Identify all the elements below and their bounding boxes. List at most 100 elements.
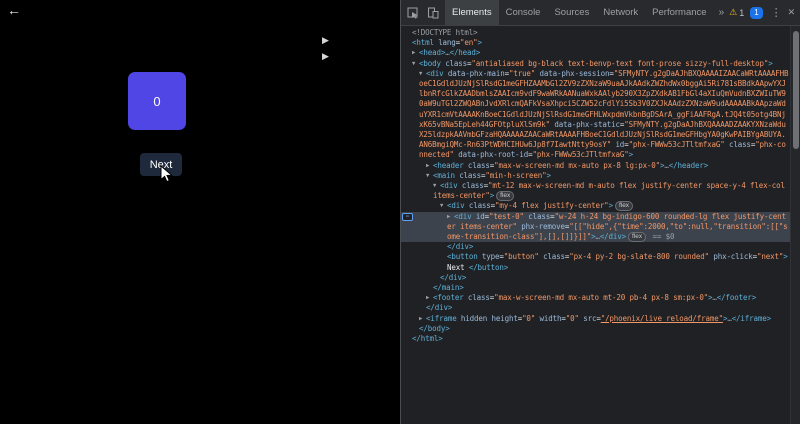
tree-node[interactable]: ▼ <div class="my-4 flex justify-center"> f… (401, 201, 790, 212)
tab-elements[interactable]: Elements (445, 0, 499, 25)
tree-node[interactable]: <button type="button" class="px-4 py-2 b… (401, 252, 790, 272)
screen: ← ▶ ▶ 0 Next Elements Console Sources Ne… (0, 0, 800, 424)
warning-triangle-icon: ⚠ (729, 7, 738, 17)
code-segment: </footer> (716, 293, 757, 303)
tree-node[interactable]: ▶ <head>…</head> (401, 48, 790, 58)
tree-node[interactable]: <html lang="en"> (401, 38, 790, 48)
expand-arrow-icon[interactable]: ▼ (412, 59, 419, 69)
devtools-toolbar: Elements Console Sources Network Perform… (401, 0, 800, 26)
code-segment: "en" (460, 38, 478, 48)
code-segment: > (768, 58, 773, 68)
mouse-cursor-icon (160, 165, 173, 183)
inspect-element-icon[interactable] (407, 7, 419, 19)
devtools-scrollbar[interactable] (790, 26, 800, 424)
code-segment: class (440, 58, 468, 68)
expand-arrow-icon[interactable]: ▶ (426, 161, 433, 171)
code-segment: phx-click (708, 252, 753, 262)
code-segment: class (463, 160, 490, 170)
more-options-icon[interactable]: ⋮ (771, 6, 782, 19)
code-segment: <head (419, 48, 441, 58)
expand-arrow-icon[interactable]: ▶ (412, 48, 419, 58)
code-segment: "phx-FWWw53cJTltmfxaG" (532, 150, 629, 160)
code-segment: > (546, 170, 552, 180)
triangle-marker-icon: ▶ (322, 51, 329, 61)
code-segment: </div> (426, 303, 453, 313)
tab-sources[interactable]: Sources (547, 0, 596, 25)
scrollbar-thumb[interactable] (793, 31, 799, 149)
expand-arrow-icon[interactable]: ▶ (426, 293, 433, 303)
code-segment: </iframe> (731, 313, 771, 323)
tree-node[interactable]: </div> (401, 303, 790, 313)
tree-node[interactable]: </main> (401, 283, 790, 293)
close-icon[interactable]: ✕ (788, 7, 796, 18)
code-segment: "min-h-screen" (485, 170, 547, 180)
code-segment: width (535, 313, 562, 323)
tree-node[interactable]: </html> (401, 334, 790, 344)
issues-badge[interactable]: 1 (750, 6, 763, 19)
code-segment: > (477, 38, 483, 48)
device-toolbar-icon[interactable] (427, 7, 439, 19)
tab-network[interactable]: Network (596, 0, 645, 25)
code-segment: > (608, 201, 614, 211)
expand-arrow-icon[interactable]: ▼ (426, 171, 433, 181)
tree-node[interactable]: ⋯ ▶ <div id="test-0" class="w-24 h-24 bg-i… (401, 211, 790, 243)
code-segment: id (611, 140, 625, 150)
dom-tree: <!DOCTYPE html> <html lang="en"> ▶ <head>…<… (401, 26, 790, 424)
tree-node[interactable]: ▼ <body class="antialiased bg-black text-… (401, 59, 790, 69)
code-segment: <div (426, 68, 444, 78)
code-segment: </div> (599, 232, 627, 242)
code-segment: height (487, 313, 518, 323)
code-segment: type (477, 252, 500, 262)
tree-node[interactable]: </div> (401, 242, 790, 252)
code-segment: phx-remove (516, 221, 565, 231)
flex-badge[interactable]: flex (614, 201, 634, 212)
code-segment: "0" (565, 313, 579, 323)
tree-node[interactable]: <!DOCTYPE html> (401, 28, 790, 38)
more-panels-icon[interactable]: » (714, 0, 730, 25)
tree-node[interactable]: ▼ <div data-phx-main="true" data-phx-sess… (401, 69, 790, 161)
code-segment: class (523, 211, 551, 221)
tree-node[interactable]: </body> (401, 324, 790, 334)
code-segment: </header> (668, 160, 709, 170)
tree-node[interactable]: ▶ <footer class="max-w-screen-md mx-auto … (401, 293, 790, 303)
code-segment: "/phoenix/live_reload/frame" (600, 313, 723, 323)
code-segment: </main> (433, 283, 464, 293)
back-arrow-icon[interactable]: ← (7, 2, 21, 18)
code-segment: class (457, 181, 484, 191)
tree-node[interactable]: ▶ <iframe hidden height="0" width="0" src… (401, 314, 790, 324)
expand-arrow-icon[interactable]: ▼ (419, 69, 426, 79)
expand-arrow-icon[interactable]: ▼ (433, 181, 440, 191)
code-segment: <div (454, 211, 472, 221)
code-segment: == $0 (648, 232, 675, 242)
code-segment: class (454, 170, 482, 180)
code-segment: > (628, 150, 634, 160)
tab-console[interactable]: Console (499, 0, 548, 25)
code-segment: "max-w-screen-md mx-auto px-8 lg:px-0" (494, 160, 661, 170)
code-segment: data-phx-root-id (453, 150, 529, 160)
tree-node[interactable]: </div> (401, 273, 790, 283)
code-segment: "true" (508, 68, 536, 78)
code-segment: </div> (447, 242, 474, 252)
tree-node[interactable]: ▶ <header class="max-w-screen-md mx-auto … (401, 161, 790, 171)
code-segment: lang (433, 38, 456, 48)
expand-arrow-icon[interactable]: ▶ (447, 212, 454, 222)
expand-arrow-icon[interactable]: ▼ (440, 201, 447, 211)
tree-node[interactable]: ▼ <div class="mt-12 max-w-screen-md m-aut… (401, 181, 790, 202)
expand-arrow-icon[interactable]: ▶ (419, 314, 426, 324)
warning-badge[interactable]: ⚠ 1 (729, 7, 744, 18)
tab-performance[interactable]: Performance (645, 0, 713, 25)
code-segment: "next" (757, 252, 784, 262)
code-segment: "button" (503, 252, 539, 262)
tree-node[interactable]: ▼ <main class="min-h-screen"> (401, 171, 790, 181)
code-segment: </html> (412, 334, 443, 344)
counter-value: 0 (153, 93, 161, 109)
devtools-tabs: Elements Console Sources Network Perform… (445, 0, 729, 25)
browser-viewport: ← ▶ ▶ 0 Next (0, 0, 400, 424)
flex-badge[interactable]: flex (628, 232, 647, 243)
node-menu-adorner[interactable]: ⋯ (402, 212, 413, 221)
flex-badge[interactable]: flex (496, 191, 515, 202)
code-segment: </div> (440, 272, 467, 282)
devtools-panel: Elements Console Sources Network Perform… (400, 0, 800, 424)
toolbar-status-area: ⚠ 1 1 ⋮ ✕ (729, 6, 800, 19)
code-segment: data-phx-static (549, 119, 620, 129)
